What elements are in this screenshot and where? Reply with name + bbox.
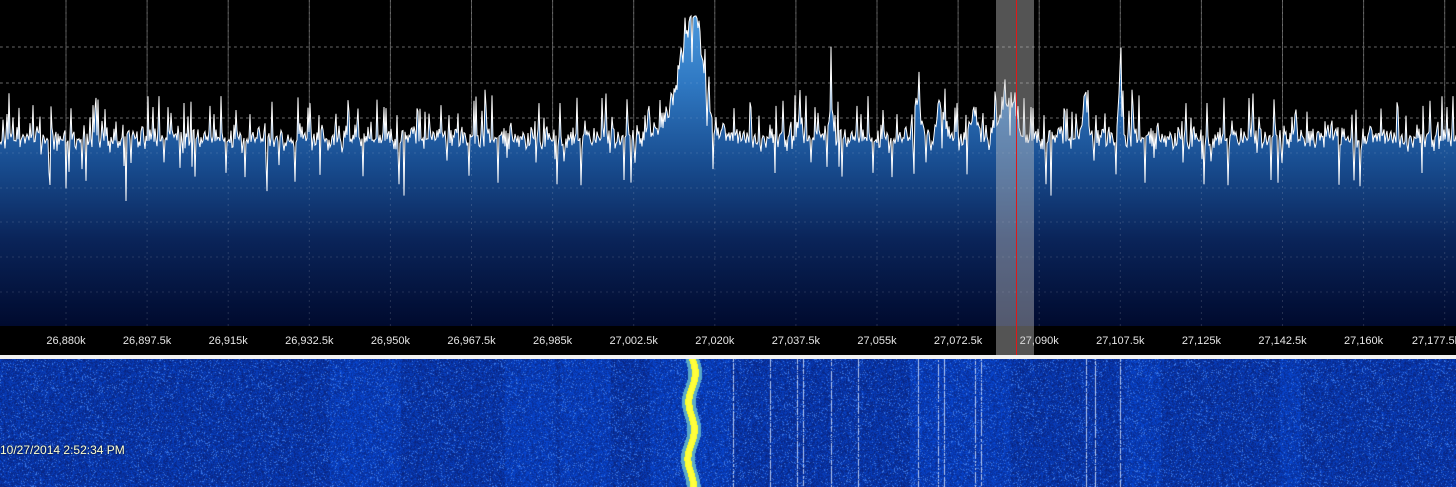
frequency-tick-label: 27,125k xyxy=(1181,335,1221,347)
frequency-tick-label: 27,037.5k xyxy=(771,335,821,347)
frequency-tick-label: 27,107.5k xyxy=(1096,335,1145,347)
frequency-tick-label: 26,950k xyxy=(370,335,410,347)
frequency-tick-label: 26,915k xyxy=(208,335,248,347)
frequency-tick-label: 27,055k xyxy=(857,335,897,347)
frequency-tick-label: 26,897.5k xyxy=(122,335,172,347)
frequency-tick-label: 27,142.5k xyxy=(1258,335,1307,347)
frequency-tick-label: 27,177.5k xyxy=(1411,335,1456,347)
waterfall-display[interactable] xyxy=(0,359,1456,487)
frequency-tick-label: 26,985k xyxy=(533,335,573,347)
waterfall-timestamp: 10/27/2014 2:52:34 PM xyxy=(0,443,125,457)
sdr-receiver-display: 26,880k 26,897.5k 26,915k 26,932.5k 26,950k 2… xyxy=(0,0,1456,487)
waterfall-panel[interactable]: 10/27/2014 2:52:34 PM xyxy=(0,359,1456,487)
spectrum-fill xyxy=(0,16,1456,326)
frequency-tick-label: 27,020k xyxy=(695,335,735,347)
frequency-axis[interactable]: 26,880k 26,897.5k 26,915k 26,932.5k 26,950k 2… xyxy=(0,326,1456,355)
frequency-tick-label: 26,967.5k xyxy=(447,335,496,347)
frequency-tick-label: 26,880k xyxy=(46,335,86,347)
frequency-tick-label: 26,932.5k xyxy=(285,335,334,347)
frequency-tick-label: 27,160k xyxy=(1344,335,1384,347)
frequency-tick-label: 27,072.5k xyxy=(933,335,983,347)
frequency-tick-label: 27,002.5k xyxy=(609,335,658,347)
filter-bandwidth-overlay[interactable] xyxy=(996,0,1034,355)
fft-spectrum-panel[interactable] xyxy=(0,0,1456,326)
spectrum-plot[interactable] xyxy=(0,0,1456,326)
